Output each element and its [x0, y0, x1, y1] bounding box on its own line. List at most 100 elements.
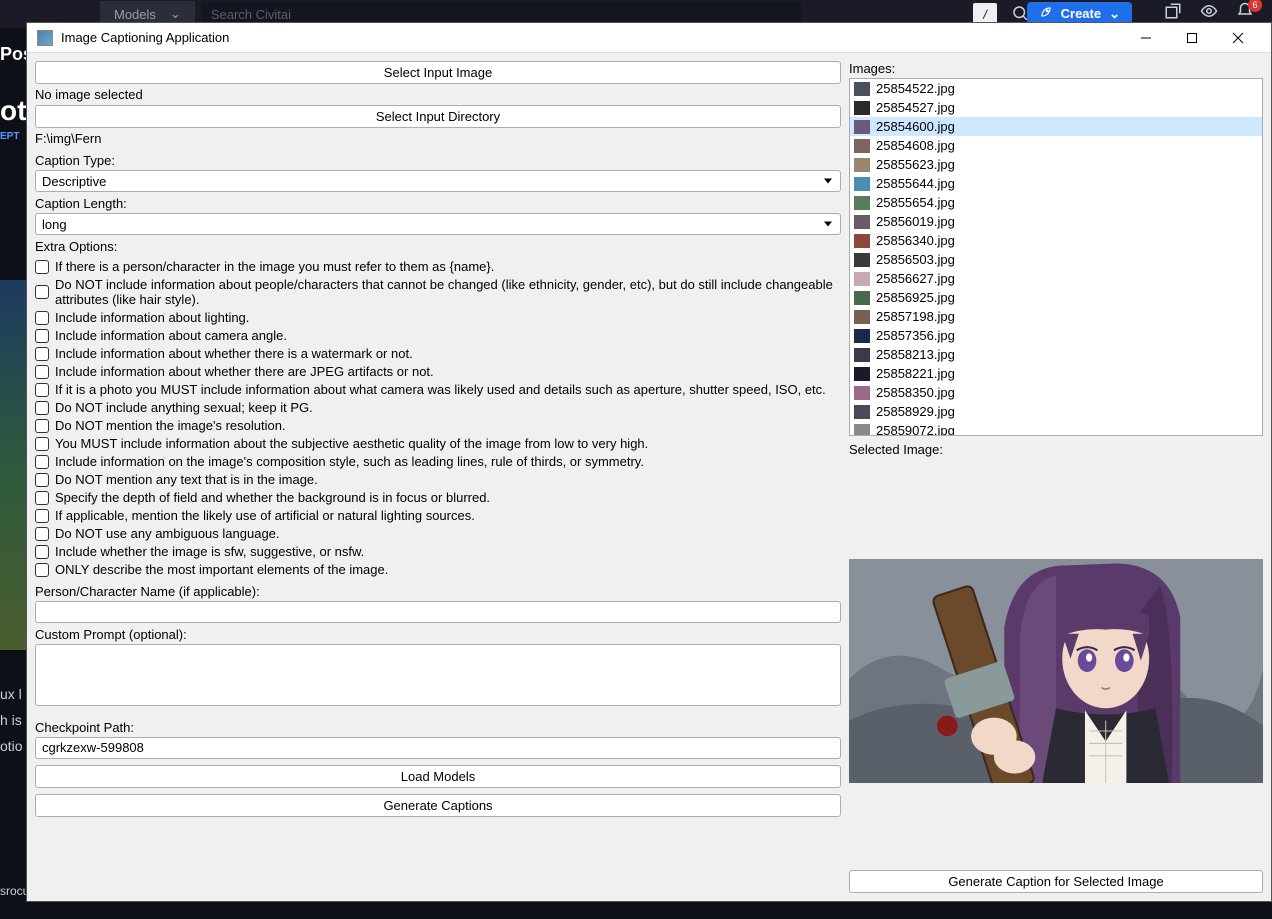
image-filename: 25856019.jpg [876, 214, 955, 229]
extra-option-checkbox[interactable] [35, 365, 49, 379]
image-thumb-icon [854, 272, 870, 286]
extra-option-checkbox[interactable] [35, 545, 49, 559]
image-list-item[interactable]: 25858221.jpg [850, 364, 1262, 383]
image-list-item[interactable]: 25855623.jpg [850, 155, 1262, 174]
titlebar: Image Captioning Application [27, 23, 1271, 53]
person-name-label: Person/Character Name (if applicable): [35, 584, 841, 599]
models-label: Models [114, 7, 156, 22]
image-thumb-icon [854, 367, 870, 381]
extra-option-checkbox[interactable] [35, 509, 49, 523]
image-filename: 25858221.jpg [876, 366, 955, 381]
generate-caption-single-button[interactable]: Generate Caption for Selected Image [849, 870, 1263, 893]
image-filename: 25856503.jpg [876, 252, 955, 267]
image-list-item[interactable]: 25854600.jpg [850, 117, 1262, 136]
image-list-item[interactable]: 25854608.jpg [850, 136, 1262, 155]
extra-option-checkbox[interactable] [35, 563, 49, 577]
image-list-item[interactable]: 25858213.jpg [850, 345, 1262, 364]
selected-image-preview [849, 559, 1263, 783]
eye-icon[interactable] [1200, 2, 1218, 23]
images-list[interactable]: 25854522.jpg 25854527.jpg 25854600.jpg 2585… [849, 78, 1263, 436]
extra-option-checkbox[interactable] [35, 285, 49, 299]
extra-option-checkbox[interactable] [35, 491, 49, 505]
image-filename: 25855623.jpg [876, 157, 955, 172]
extra-option-row: Include information about camera angle. [35, 328, 841, 343]
bell-icon[interactable]: 6 [1236, 2, 1254, 23]
image-list-item[interactable]: 25855654.jpg [850, 193, 1262, 212]
extra-option-checkbox[interactable] [35, 260, 49, 274]
image-list-item[interactable]: 25856019.jpg [850, 212, 1262, 231]
image-filename: 25857198.jpg [876, 309, 955, 324]
extra-option-label: Include information about whether there … [55, 346, 413, 361]
rocket-icon [1039, 5, 1053, 22]
extra-option-checkbox[interactable] [35, 401, 49, 415]
load-models-button[interactable]: Load Models [35, 765, 841, 788]
extra-option-label: Include information on the image's compo… [55, 454, 644, 469]
extra-option-row: Do NOT include anything sexual; keep it … [35, 400, 841, 415]
select-input-directory-button[interactable]: Select Input Directory [35, 105, 841, 128]
extra-option-label: Do NOT include anything sexual; keep it … [55, 400, 313, 415]
image-filename: 25858213.jpg [876, 347, 955, 362]
extra-option-checkbox[interactable] [35, 383, 49, 397]
image-filename: 25858929.jpg [876, 404, 955, 419]
external-icon[interactable] [1164, 2, 1182, 23]
extra-option-checkbox[interactable] [35, 347, 49, 361]
chevron-down-icon: ⌄ [170, 6, 181, 22]
image-list-item[interactable]: 25857198.jpg [850, 307, 1262, 326]
extra-option-checkbox[interactable] [35, 329, 49, 343]
minimize-button[interactable] [1123, 23, 1169, 53]
app-icon [37, 30, 53, 46]
image-list-item[interactable]: 25856503.jpg [850, 250, 1262, 269]
selected-image-label: Selected Image: [849, 442, 1263, 457]
extra-option-row: Include information about whether there … [35, 346, 841, 361]
image-filename: 25854600.jpg [876, 119, 955, 134]
extra-option-row: Do NOT include information about people/… [35, 277, 841, 307]
extra-option-checkbox[interactable] [35, 437, 49, 451]
image-filename: 25854527.jpg [876, 100, 955, 115]
image-list-item[interactable]: 25855644.jpg [850, 174, 1262, 193]
extra-option-row: Do NOT mention the image's resolution. [35, 418, 841, 433]
image-list-item[interactable]: 25856340.jpg [850, 231, 1262, 250]
extra-option-label: Do NOT include information about people/… [55, 277, 841, 307]
image-filename: 25855644.jpg [876, 176, 955, 191]
extra-option-label: Do NOT use any ambiguous language. [55, 526, 280, 541]
extra-option-row: Specify the depth of field and whether t… [35, 490, 841, 505]
app-window: Image Captioning Application Select Inpu… [26, 22, 1272, 902]
extra-option-label: Include information about whether there … [55, 364, 434, 379]
image-list-item[interactable]: 25854527.jpg [850, 98, 1262, 117]
maximize-button[interactable] [1169, 23, 1215, 53]
person-name-input[interactable] [35, 601, 841, 623]
image-filename: 25856925.jpg [876, 290, 955, 305]
extra-option-checkbox[interactable] [35, 311, 49, 325]
image-filename: 25854608.jpg [876, 138, 955, 153]
close-button[interactable] [1215, 23, 1261, 53]
extra-option-label: If it is a photo you MUST include inform… [55, 382, 826, 397]
bg-bottom-text: ux l h is otio srocu [0, 676, 29, 908]
image-list-item[interactable]: 25858350.jpg [850, 383, 1262, 402]
image-thumb-icon [854, 386, 870, 400]
extra-option-row: Include information on the image's compo… [35, 454, 841, 469]
caption-length-select[interactable]: long [35, 213, 841, 235]
extra-option-checkbox[interactable] [35, 455, 49, 469]
image-thumb-icon [854, 215, 870, 229]
custom-prompt-input[interactable] [35, 644, 841, 706]
extra-option-checkbox[interactable] [35, 527, 49, 541]
select-input-image-button[interactable]: Select Input Image [35, 61, 841, 84]
checkpoint-input[interactable]: cgrkzexw-599808 [35, 737, 841, 759]
caption-type-select[interactable]: Descriptive [35, 170, 841, 192]
image-thumb-icon [854, 101, 870, 115]
extra-option-row: If applicable, mention the likely use of… [35, 508, 841, 523]
extra-option-checkbox[interactable] [35, 419, 49, 433]
image-list-item[interactable]: 25858929.jpg [850, 402, 1262, 421]
image-list-item[interactable]: 25857356.jpg [850, 326, 1262, 345]
extra-option-row: Do NOT mention any text that is in the i… [35, 472, 841, 487]
generate-captions-button[interactable]: Generate Captions [35, 794, 841, 817]
image-thumb-icon [854, 405, 870, 419]
bg-right-icons: 6 [1164, 2, 1254, 23]
extra-option-row: Do NOT use any ambiguous language. [35, 526, 841, 541]
image-list-item[interactable]: 25856925.jpg [850, 288, 1262, 307]
image-list-item[interactable]: 25854522.jpg [850, 79, 1262, 98]
image-list-item[interactable]: 25856627.jpg [850, 269, 1262, 288]
image-filename: 25858350.jpg [876, 385, 955, 400]
image-list-item[interactable]: 25859072.jpg [850, 421, 1262, 436]
extra-option-checkbox[interactable] [35, 473, 49, 487]
